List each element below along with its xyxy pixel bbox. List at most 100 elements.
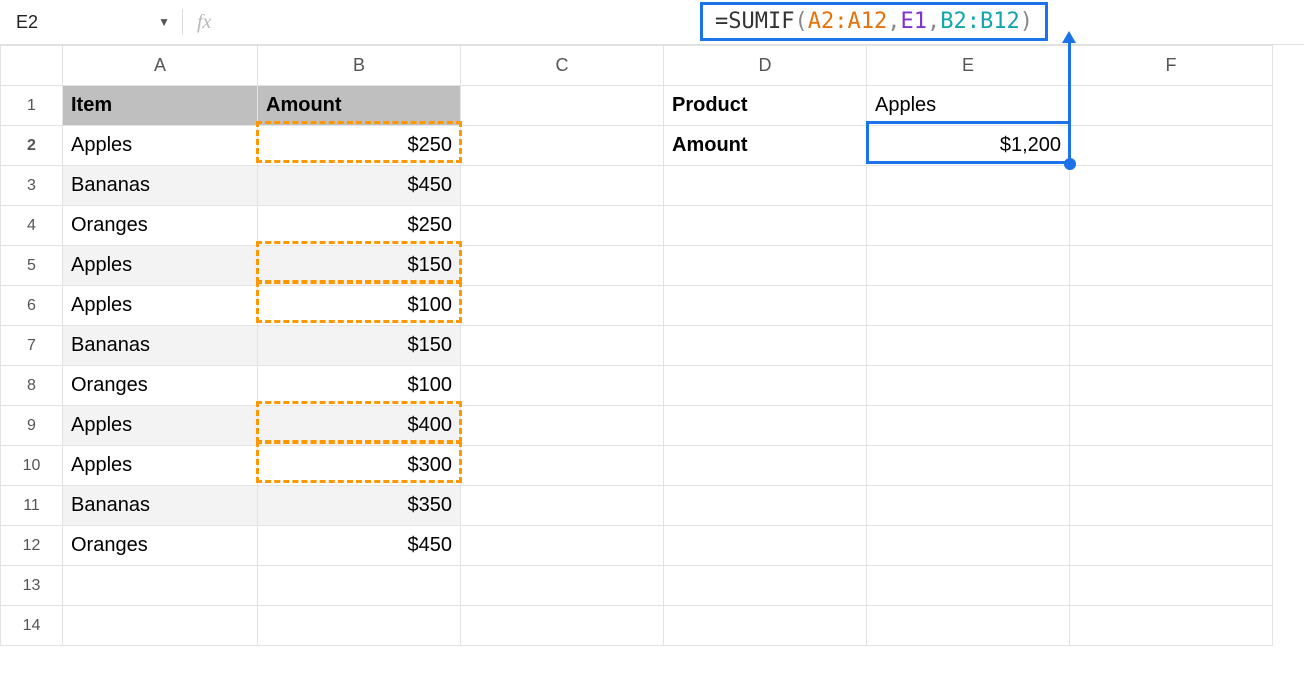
cell-F11[interactable] — [1070, 486, 1273, 526]
cell-A11[interactable]: Bananas — [63, 486, 258, 526]
cell-B10[interactable]: $300 — [258, 446, 461, 486]
cell-F6[interactable] — [1070, 286, 1273, 326]
cell-E10[interactable] — [867, 446, 1070, 486]
cell-B11[interactable]: $350 — [258, 486, 461, 526]
cell-A5[interactable]: Apples — [63, 246, 258, 286]
spreadsheet-grid[interactable]: A B C D E F 1 Item Amount Product Apples… — [0, 45, 1304, 646]
cell-F9[interactable] — [1070, 406, 1273, 446]
row-header-5[interactable]: 5 — [1, 246, 63, 286]
col-header-D[interactable]: D — [664, 46, 867, 86]
cell-E13[interactable] — [867, 566, 1070, 606]
cell-C3[interactable] — [461, 166, 664, 206]
col-header-F[interactable]: F — [1070, 46, 1273, 86]
row-header-1[interactable]: 1 — [1, 86, 63, 126]
col-header-B[interactable]: B — [258, 46, 461, 86]
cell-D10[interactable] — [664, 446, 867, 486]
cell-B13[interactable] — [258, 566, 461, 606]
cell-A12[interactable]: Oranges — [63, 526, 258, 566]
cell-E3[interactable] — [867, 166, 1070, 206]
cell-F14[interactable] — [1070, 606, 1273, 646]
cell-D2[interactable]: Amount — [664, 126, 867, 166]
cell-D13[interactable] — [664, 566, 867, 606]
cell-F1[interactable] — [1070, 86, 1273, 126]
cell-E9[interactable] — [867, 406, 1070, 446]
row-header-4[interactable]: 4 — [1, 206, 63, 246]
cell-E5[interactable] — [867, 246, 1070, 286]
cell-A9[interactable]: Apples — [63, 406, 258, 446]
cell-E4[interactable] — [867, 206, 1070, 246]
cell-F10[interactable] — [1070, 446, 1273, 486]
cell-A6[interactable]: Apples — [63, 286, 258, 326]
cell-B1[interactable]: Amount — [258, 86, 461, 126]
cell-D11[interactable] — [664, 486, 867, 526]
col-header-C[interactable]: C — [461, 46, 664, 86]
cell-F4[interactable] — [1070, 206, 1273, 246]
cell-E8[interactable] — [867, 366, 1070, 406]
name-box[interactable]: E2 ▼ — [6, 12, 176, 33]
row-header-3[interactable]: 3 — [1, 166, 63, 206]
row-header-11[interactable]: 11 — [1, 486, 63, 526]
cell-F5[interactable] — [1070, 246, 1273, 286]
cell-F3[interactable] — [1070, 166, 1273, 206]
cell-C12[interactable] — [461, 526, 664, 566]
cell-E11[interactable] — [867, 486, 1070, 526]
cell-D1[interactable]: Product — [664, 86, 867, 126]
cell-B8[interactable]: $100 — [258, 366, 461, 406]
row-header-13[interactable]: 13 — [1, 566, 63, 606]
cell-B4[interactable]: $250 — [258, 206, 461, 246]
active-cell-handle[interactable] — [1064, 158, 1076, 170]
cell-C6[interactable] — [461, 286, 664, 326]
cell-C4[interactable] — [461, 206, 664, 246]
cell-B9[interactable]: $400 — [258, 406, 461, 446]
cell-B6[interactable]: $100 — [258, 286, 461, 326]
cell-E14[interactable] — [867, 606, 1070, 646]
cell-A2[interactable]: Apples — [63, 126, 258, 166]
cell-C9[interactable] — [461, 406, 664, 446]
cell-C10[interactable] — [461, 446, 664, 486]
cell-D12[interactable] — [664, 526, 867, 566]
col-header-E[interactable]: E — [867, 46, 1070, 86]
cell-A10[interactable]: Apples — [63, 446, 258, 486]
cell-F2[interactable] — [1070, 126, 1273, 166]
cell-D9[interactable] — [664, 406, 867, 446]
cell-C13[interactable] — [461, 566, 664, 606]
row-header-10[interactable]: 10 — [1, 446, 63, 486]
cell-A3[interactable]: Bananas — [63, 166, 258, 206]
cell-F13[interactable] — [1070, 566, 1273, 606]
chevron-down-icon[interactable]: ▼ — [158, 15, 176, 29]
row-header-14[interactable]: 14 — [1, 606, 63, 646]
cell-A1[interactable]: Item — [63, 86, 258, 126]
cell-C1[interactable] — [461, 86, 664, 126]
cell-E7[interactable] — [867, 326, 1070, 366]
cell-E12[interactable] — [867, 526, 1070, 566]
cell-D6[interactable] — [664, 286, 867, 326]
row-header-9[interactable]: 9 — [1, 406, 63, 446]
row-header-7[interactable]: 7 — [1, 326, 63, 366]
cell-B3[interactable]: $450 — [258, 166, 461, 206]
cell-A4[interactable]: Oranges — [63, 206, 258, 246]
select-all-corner[interactable] — [1, 46, 63, 86]
cell-C8[interactable] — [461, 366, 664, 406]
cell-B12[interactable]: $450 — [258, 526, 461, 566]
cell-B14[interactable] — [258, 606, 461, 646]
cell-F7[interactable] — [1070, 326, 1273, 366]
cell-A7[interactable]: Bananas — [63, 326, 258, 366]
cell-D7[interactable] — [664, 326, 867, 366]
cell-E6[interactable] — [867, 286, 1070, 326]
cell-A13[interactable] — [63, 566, 258, 606]
cell-C14[interactable] — [461, 606, 664, 646]
row-header-2[interactable]: 2 — [1, 126, 63, 166]
cell-F12[interactable] — [1070, 526, 1273, 566]
cell-A14[interactable] — [63, 606, 258, 646]
cell-D14[interactable] — [664, 606, 867, 646]
cell-D5[interactable] — [664, 246, 867, 286]
row-header-8[interactable]: 8 — [1, 366, 63, 406]
cell-D8[interactable] — [664, 366, 867, 406]
cell-C5[interactable] — [461, 246, 664, 286]
cell-E2[interactable]: $1,200 — [867, 126, 1070, 166]
row-header-12[interactable]: 12 — [1, 526, 63, 566]
cell-B2[interactable]: $250 — [258, 126, 461, 166]
cell-D4[interactable] — [664, 206, 867, 246]
cell-D3[interactable] — [664, 166, 867, 206]
cell-C2[interactable] — [461, 126, 664, 166]
